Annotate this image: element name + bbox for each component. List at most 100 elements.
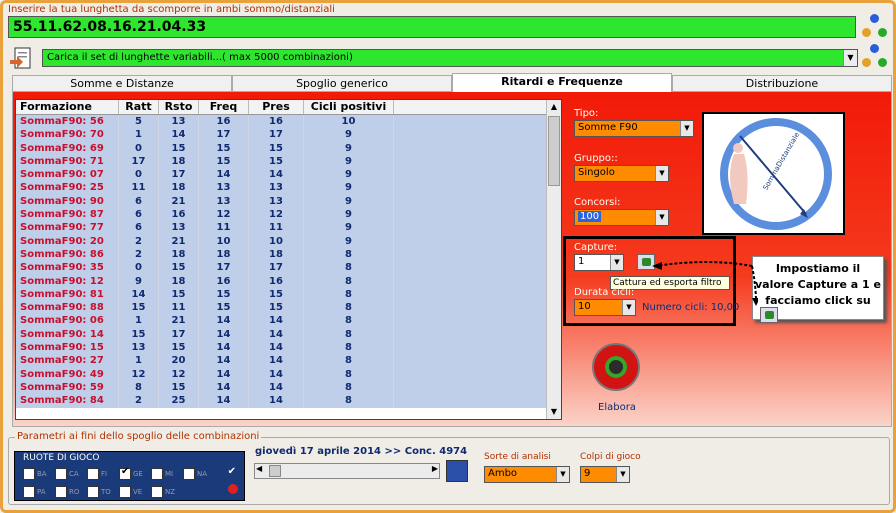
tab-ritardi-frequenze[interactable]: Ritardi e Frequenze	[452, 73, 672, 92]
table-cell: 17	[249, 261, 304, 275]
gruppo-select[interactable]: Singolo ▼	[574, 165, 669, 182]
capture-select[interactable]: 1 ▼	[574, 254, 624, 271]
results-table[interactable]: Formazione Ratt Rsto Freq Pres Cicli pos…	[15, 99, 562, 420]
draw-slider[interactable]: ◀ ▶	[254, 463, 440, 479]
table-cell: 10	[199, 234, 249, 248]
table-cell: SommaF90: 77	[16, 221, 119, 235]
chevron-down-icon[interactable]: ▼	[616, 467, 629, 482]
table-row[interactable]: SommaF90: 86 2 18 18 18 8	[16, 247, 548, 262]
table-cell: 9	[304, 154, 394, 169]
table-row[interactable]: SommaF90: 56 5 13 16 16 10	[16, 115, 548, 129]
network-icon[interactable]	[862, 44, 888, 70]
table-cell: 17	[119, 154, 159, 169]
table-row[interactable]: SommaF90: 59 8 15 14 14 8	[16, 380, 548, 395]
parameters-legend: Parametri ai fini dello spoglio delle co…	[15, 431, 262, 442]
table-row[interactable]: SommaF90: 35 0 15 17 17 8	[16, 261, 548, 275]
column-header[interactable]: Rsto	[159, 100, 199, 114]
chevron-down-icon[interactable]: ▼	[556, 467, 569, 482]
sequence-input[interactable]: 55.11.62.08.16.21.04.33	[8, 16, 856, 38]
scroll-thumb[interactable]	[548, 116, 560, 186]
table-row[interactable]: SommaF90: 71 17 18 15 15 9	[16, 154, 548, 169]
sorte-select[interactable]: Ambo ▼	[484, 466, 570, 483]
ruota-checkbox-pa[interactable]	[23, 486, 35, 498]
ruota-checkbox-ba[interactable]	[23, 468, 35, 480]
table-row[interactable]: SommaF90: 25 11 18 13 13 9	[16, 181, 548, 195]
load-file-icon[interactable]	[10, 46, 36, 72]
table-row[interactable]: SommaF90: 15 13 15 14 14 8	[16, 341, 548, 355]
ruota-checkbox-ca[interactable]	[55, 468, 67, 480]
table-cell: 18	[159, 181, 199, 195]
table-row[interactable]: SommaF90: 70 1 14 17 17 9	[16, 128, 548, 142]
chevron-down-icon[interactable]: ▼	[655, 166, 668, 181]
column-header[interactable]: Ratt	[119, 100, 159, 114]
table-row[interactable]: SommaF90: 12 9 18 16 16 8	[16, 274, 548, 288]
chevron-down-icon[interactable]: ▼	[610, 255, 623, 270]
table-cell: 6	[119, 221, 159, 235]
table-row[interactable]: SommaF90: 14 15 17 14 14 8	[16, 327, 548, 342]
table-cell: SommaF90: 12	[16, 274, 119, 288]
column-header[interactable]: Cicli positivi	[304, 100, 394, 114]
ruota-checkbox-fi[interactable]	[87, 468, 99, 480]
column-header[interactable]: Freq	[199, 100, 249, 114]
scroll-down-icon[interactable]: ▼	[547, 405, 561, 419]
table-row[interactable]: SommaF90: 88 15 11 15 15 8	[16, 301, 548, 315]
table-cell: 15	[249, 141, 304, 155]
scroll-up-icon[interactable]: ▲	[547, 100, 561, 114]
table-row[interactable]: SommaF90: 27 1 20 14 14 8	[16, 354, 548, 368]
tab-somme-distanze[interactable]: Somme e Distanze	[12, 75, 232, 91]
table-row[interactable]: SommaF90: 87 6 16 12 12 9	[16, 208, 548, 222]
table-row[interactable]: SommaF90: 90 6 21 13 13 9	[16, 194, 548, 209]
scroll-left-icon[interactable]: ◀	[256, 464, 262, 473]
ruota-label: CA	[69, 470, 79, 478]
column-header[interactable]: Pres	[249, 100, 304, 114]
table-row[interactable]: SommaF90: 49 12 12 14 14 8	[16, 367, 548, 381]
ruota-label: BA	[37, 470, 47, 478]
ruota-checkbox-ro[interactable]	[55, 486, 67, 498]
table-cell: SommaF90: 49	[16, 367, 119, 381]
table-row[interactable]: SommaF90: 06 1 21 14 14 8	[16, 314, 548, 328]
vertical-scrollbar[interactable]: ▲ ▼	[546, 100, 561, 419]
table-cell: 15	[199, 287, 249, 302]
table-cell: 14	[249, 394, 304, 408]
tab-spoglio-generico[interactable]: Spoglio generico	[232, 75, 452, 91]
chevron-down-icon[interactable]: ▼	[680, 121, 693, 136]
table-cell: 8	[304, 394, 394, 408]
ruota-checkbox-ge[interactable]	[119, 466, 131, 480]
archive-icon[interactable]	[446, 460, 468, 482]
table-row[interactable]: SommaF90: 07 0 17 14 14 9	[16, 168, 548, 182]
table-cell: 9	[304, 141, 394, 155]
chevron-down-icon[interactable]: ▼	[843, 50, 857, 66]
colpi-select[interactable]: 9 ▼	[580, 466, 630, 483]
table-row[interactable]: SommaF90: 20 2 21 10 10 9	[16, 234, 548, 248]
network-icon[interactable]	[862, 14, 888, 40]
clear-all-icon[interactable]	[228, 484, 238, 494]
table-row[interactable]: SommaF90: 84 2 25 14 14 8	[16, 394, 548, 408]
elabora-button[interactable]	[592, 343, 640, 391]
ruota-checkbox-mi[interactable]	[151, 468, 163, 480]
combinations-set-select[interactable]: Carica il set di lunghette variabili...(…	[42, 49, 858, 67]
durata-select[interactable]: 10 ▼	[574, 299, 636, 316]
ruota-checkbox-ve[interactable]	[119, 486, 131, 498]
check-all-icon[interactable]: ✔	[228, 466, 236, 477]
ruota-checkbox-na[interactable]	[183, 468, 195, 480]
table-cell: SommaF90: 27	[16, 354, 119, 368]
scroll-right-icon[interactable]: ▶	[432, 464, 438, 473]
table-body: SommaF90: 56 5 13 16 16 10 SommaF90: 70 1 14 17 17…	[16, 115, 548, 408]
chevron-down-icon[interactable]: ▼	[655, 210, 668, 225]
table-row[interactable]: SommaF90: 69 0 15 15 15 9	[16, 141, 548, 155]
concorsi-select[interactable]: 100 ▼	[574, 209, 669, 226]
tipo-select[interactable]: Somme F90 ▼	[574, 120, 694, 137]
tab-distribuzione[interactable]: Distribuzione	[672, 75, 892, 91]
ruota-checkbox-to[interactable]	[87, 486, 99, 498]
slider-thumb[interactable]	[269, 465, 281, 477]
table-row[interactable]: SommaF90: 81 14 15 15 15 8	[16, 287, 548, 302]
table-row[interactable]: SommaF90: 77 6 13 11 11 9	[16, 221, 548, 235]
sequence-input-label: Inserire la tua lunghetta da scomporre i…	[8, 4, 335, 15]
table-cell: SommaF90: 14	[16, 327, 119, 342]
table-cell: 17	[199, 128, 249, 142]
table-header: Formazione Ratt Rsto Freq Pres Cicli pos…	[16, 100, 548, 115]
ruota-checkbox-nz[interactable]	[151, 486, 163, 498]
ruota-label: TO	[101, 488, 111, 496]
column-header[interactable]: Formazione	[16, 100, 119, 114]
chevron-down-icon[interactable]: ▼	[622, 300, 635, 315]
